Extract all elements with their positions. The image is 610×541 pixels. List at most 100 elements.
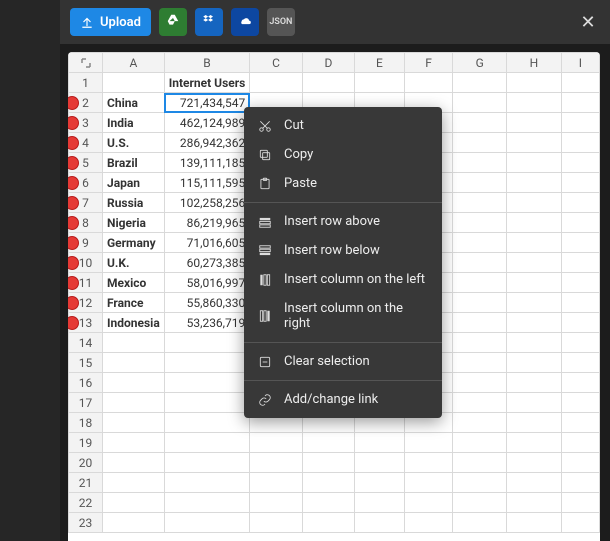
cell[interactable] bbox=[453, 353, 507, 373]
cell[interactable] bbox=[506, 173, 561, 193]
cell[interactable] bbox=[561, 373, 599, 393]
cell[interactable] bbox=[561, 453, 599, 473]
cell[interactable] bbox=[561, 433, 599, 453]
cell[interactable]: Germany bbox=[103, 233, 165, 253]
cell[interactable] bbox=[404, 73, 453, 93]
cell[interactable] bbox=[453, 433, 507, 453]
menu-add-link[interactable]: Add/change link bbox=[244, 385, 442, 414]
menu-insert-row-below[interactable]: Insert row below bbox=[244, 236, 442, 265]
cell[interactable] bbox=[103, 373, 165, 393]
cell[interactable] bbox=[302, 433, 355, 453]
row-header[interactable]: 2 bbox=[69, 93, 103, 113]
cell[interactable] bbox=[506, 393, 561, 413]
cell[interactable] bbox=[103, 473, 165, 493]
cell[interactable] bbox=[302, 453, 355, 473]
cell[interactable]: Mexico bbox=[103, 273, 165, 293]
cell[interactable] bbox=[250, 433, 302, 453]
cell[interactable] bbox=[453, 293, 507, 313]
cell[interactable]: 102,258,256 bbox=[164, 193, 250, 213]
cell[interactable] bbox=[164, 473, 250, 493]
row-header[interactable]: 13 bbox=[69, 313, 103, 333]
cell[interactable] bbox=[103, 513, 165, 533]
cell[interactable] bbox=[561, 393, 599, 413]
cell[interactable] bbox=[561, 213, 599, 233]
menu-paste[interactable]: Paste bbox=[244, 169, 442, 198]
cell[interactable] bbox=[506, 253, 561, 273]
menu-copy[interactable]: Copy bbox=[244, 140, 442, 169]
cell[interactable] bbox=[561, 513, 599, 533]
cell[interactable] bbox=[506, 313, 561, 333]
cell[interactable] bbox=[506, 373, 561, 393]
column-header[interactable]: H bbox=[506, 53, 561, 73]
menu-insert-row-above[interactable]: Insert row above bbox=[244, 207, 442, 236]
cell[interactable] bbox=[506, 293, 561, 313]
cell[interactable] bbox=[453, 133, 507, 153]
cell[interactable] bbox=[506, 73, 561, 93]
cell[interactable]: India bbox=[103, 113, 165, 133]
cell[interactable]: 462,124,989 bbox=[164, 113, 250, 133]
cell[interactable]: Nigeria bbox=[103, 213, 165, 233]
cell[interactable] bbox=[453, 113, 507, 133]
row-header[interactable]: 20 bbox=[69, 453, 103, 473]
menu-insert-col-right[interactable]: Insert column on the right bbox=[244, 294, 442, 338]
cell[interactable]: U.K. bbox=[103, 253, 165, 273]
cell[interactable] bbox=[404, 433, 453, 453]
cell[interactable] bbox=[561, 253, 599, 273]
cell[interactable] bbox=[164, 453, 250, 473]
cell[interactable] bbox=[561, 133, 599, 153]
cell[interactable] bbox=[355, 513, 404, 533]
cell[interactable] bbox=[103, 393, 165, 413]
cell[interactable] bbox=[453, 253, 507, 273]
cell[interactable] bbox=[561, 473, 599, 493]
cell[interactable] bbox=[453, 193, 507, 213]
column-header[interactable]: F bbox=[404, 53, 453, 73]
menu-cut[interactable]: Cut bbox=[244, 111, 442, 140]
cell[interactable] bbox=[164, 373, 250, 393]
cell[interactable] bbox=[453, 213, 507, 233]
cell[interactable] bbox=[453, 513, 507, 533]
close-button[interactable]: ✕ bbox=[576, 12, 600, 33]
cell[interactable] bbox=[164, 353, 250, 373]
cell[interactable] bbox=[561, 293, 599, 313]
row-header[interactable]: 15 bbox=[69, 353, 103, 373]
cell[interactable] bbox=[453, 93, 507, 113]
cell[interactable] bbox=[453, 413, 507, 433]
row-header[interactable]: 11 bbox=[69, 273, 103, 293]
cell[interactable] bbox=[103, 433, 165, 453]
cell[interactable] bbox=[506, 93, 561, 113]
cell[interactable] bbox=[561, 493, 599, 513]
menu-clear-selection[interactable]: Clear selection bbox=[244, 347, 442, 376]
cell[interactable] bbox=[164, 493, 250, 513]
cell[interactable] bbox=[506, 413, 561, 433]
onedrive-button[interactable] bbox=[231, 8, 259, 36]
cell[interactable] bbox=[453, 153, 507, 173]
cell[interactable]: China bbox=[103, 93, 165, 113]
cell[interactable] bbox=[561, 353, 599, 373]
cell[interactable] bbox=[103, 453, 165, 473]
cell[interactable]: 86,219,965 bbox=[164, 213, 250, 233]
cell[interactable] bbox=[250, 73, 302, 93]
cell[interactable]: 53,236,719 bbox=[164, 313, 250, 333]
cell[interactable] bbox=[506, 333, 561, 353]
gdrive-button[interactable] bbox=[159, 8, 187, 36]
cell[interactable] bbox=[164, 513, 250, 533]
cell[interactable] bbox=[506, 153, 561, 173]
cell[interactable] bbox=[453, 473, 507, 493]
column-header[interactable]: B bbox=[164, 53, 250, 73]
cell[interactable] bbox=[506, 493, 561, 513]
json-button[interactable]: JSON bbox=[267, 8, 295, 36]
row-header[interactable]: 16 bbox=[69, 373, 103, 393]
cell[interactable]: 55,860,330 bbox=[164, 293, 250, 313]
cell[interactable] bbox=[103, 413, 165, 433]
cell[interactable] bbox=[561, 233, 599, 253]
column-header[interactable]: C bbox=[250, 53, 302, 73]
cell[interactable] bbox=[561, 273, 599, 293]
row-header[interactable]: 8 bbox=[69, 213, 103, 233]
cell[interactable] bbox=[103, 493, 165, 513]
cell[interactable] bbox=[561, 193, 599, 213]
cell[interactable] bbox=[355, 493, 404, 513]
row-header[interactable]: 3 bbox=[69, 113, 103, 133]
cell[interactable]: 115,111,595 bbox=[164, 173, 250, 193]
cell[interactable] bbox=[453, 453, 507, 473]
cell[interactable] bbox=[506, 353, 561, 373]
